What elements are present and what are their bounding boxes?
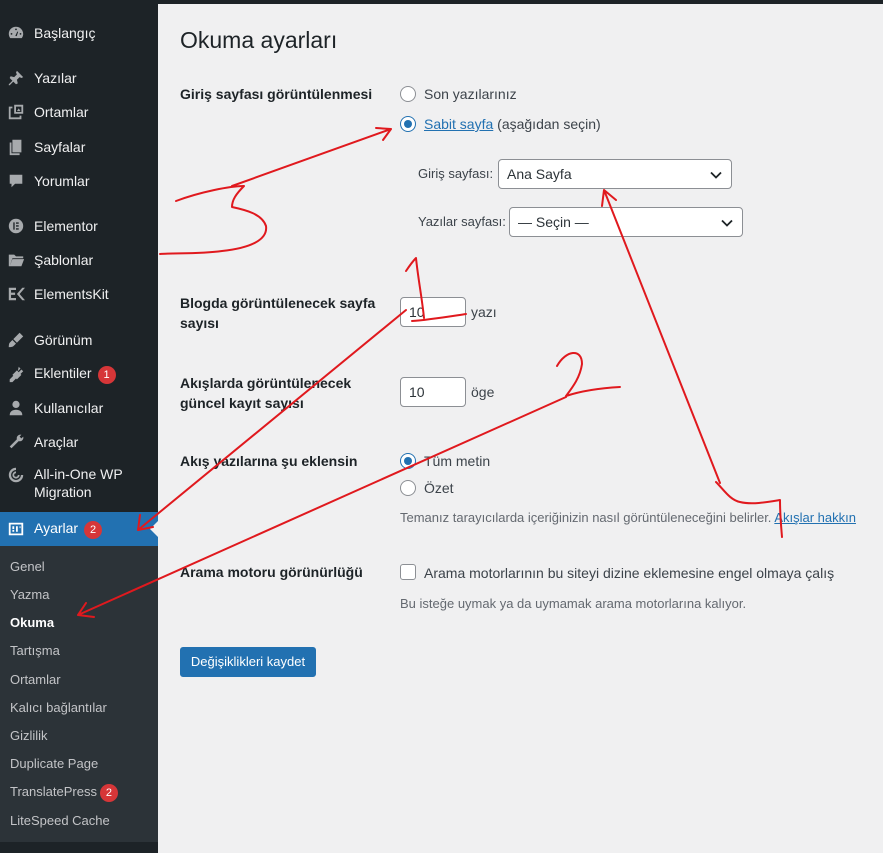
sidebar-item-label: Ayarlar 2: [34, 519, 103, 539]
pin-icon: [6, 68, 26, 88]
folder-icon: [6, 250, 26, 270]
settings-content: Okuma ayarları Giriş sayfası görüntülenm…: [158, 0, 883, 853]
feed-content-label: Akış yazılarına şu eklensin: [180, 453, 358, 469]
front-page-select[interactable]: Ana Sayfa: [498, 159, 732, 189]
page-title: Okuma ayarları: [180, 27, 338, 53]
discourage-search-checkbox[interactable]: [400, 564, 416, 580]
posts-page-select[interactable]: — Seçin —: [509, 207, 743, 237]
sidebar-item-label: Eklentiler 1: [34, 364, 116, 384]
chevron-down-icon: [710, 171, 722, 179]
submenu-item-media[interactable]: Ortamlar: [10, 671, 61, 689]
pages-icon: [6, 137, 26, 157]
static-page-radio[interactable]: [400, 116, 416, 132]
sidebar-item-label: Elementor: [34, 218, 98, 234]
submenu-item-general[interactable]: Genel: [10, 558, 45, 576]
sidebar-item-label: Görünüm: [34, 332, 93, 348]
search-visibility-label: Arama motoru görünürlüğü: [180, 564, 363, 580]
sidebar-item-users[interactable]: Kullanıcılar: [0, 397, 158, 419]
full-text-radio[interactable]: [400, 453, 416, 469]
search-visibility-description: Bu isteğe uymak ya da uymamak arama moto…: [400, 596, 747, 611]
sidebar-item-label: Kullanıcılar: [34, 400, 104, 416]
sidebar-item-label: Ortamlar: [34, 104, 89, 120]
feed-items-unit: öge: [471, 384, 495, 400]
sidebar-item-media[interactable]: Ortamlar: [0, 101, 158, 123]
sidebar-item-appearance[interactable]: Görünüm: [0, 329, 158, 351]
feeds-help-link[interactable]: Akışlar hakkın: [774, 510, 856, 525]
sidebar-item-label: Şablonlar: [34, 252, 94, 268]
posts-per-page-input[interactable]: 10: [400, 297, 466, 327]
excerpt-radio[interactable]: [400, 480, 416, 496]
sidebar-item-posts[interactable]: Yazılar: [0, 67, 158, 89]
tools-icon: [6, 432, 26, 452]
sidebar-item-templates[interactable]: Şablonlar: [0, 249, 158, 271]
sidebar-item-label: Yazılar: [34, 70, 77, 86]
discourage-search-label: Arama motorlarının bu siteyi dizine ekle…: [424, 565, 835, 581]
sidebar-item-settings[interactable]: Ayarlar 2: [0, 512, 158, 546]
static-page-link[interactable]: Sabit sayfa: [424, 116, 493, 132]
translatepress-badge: 2: [99, 783, 118, 802]
admin-topbar: [158, 0, 883, 4]
latest-posts-label: Son yazılarınız: [424, 86, 517, 102]
feed-content-description: Temanız tarayıcılarda içeriğinizin nasıl…: [400, 510, 856, 525]
sidebar-item-elementor[interactable]: Elementor: [0, 215, 158, 237]
settings-badge: 2: [84, 520, 103, 539]
submenu-item-litespeed-cache[interactable]: LiteSpeed Cache: [10, 812, 110, 830]
sidebar-item-label: ElementsKit: [34, 286, 109, 302]
static-page-label: Sabit sayfa (aşağıdan seçin): [424, 116, 601, 132]
admin-sidebar: Başlangıç Yazılar Ortamlar Sayfalar Yoru…: [0, 0, 158, 853]
sidebar-item-label: Araçlar: [34, 434, 79, 450]
posts-per-page-unit: yazı: [471, 304, 497, 320]
plugins-icon: [6, 364, 26, 384]
media-icon: [6, 102, 26, 122]
chevron-down-icon: [721, 219, 733, 227]
appearance-icon: [6, 330, 26, 350]
plugins-update-badge: 1: [97, 365, 116, 384]
sidebar-item-label: Başlangıç: [34, 25, 96, 41]
sidebar-item-dashboard[interactable]: Başlangıç: [0, 22, 158, 44]
sidebar-item-migration[interactable]: All-in-One WP Migration: [0, 465, 158, 505]
settings-icon: [6, 519, 26, 539]
sidebar-item-label: Sayfalar: [34, 139, 86, 155]
submenu-item-translatepress[interactable]: TranslatePress 2: [10, 783, 118, 802]
posts-page-label: Yazılar sayfası:: [418, 214, 506, 229]
sidebar-item-label: All-in-One WP Migration: [34, 466, 123, 500]
feed-items-input[interactable]: 10: [400, 377, 466, 407]
homepage-display-label: Giriş sayfası görüntülenmesi: [180, 86, 373, 102]
dashboard-icon: [6, 23, 26, 43]
submenu-item-discussion[interactable]: Tartışma: [10, 642, 60, 660]
front-page-label: Giriş sayfası:: [418, 166, 494, 181]
sidebar-item-elementskit[interactable]: ElementsKit: [0, 283, 158, 305]
settings-submenu: Genel Yazma Okuma Tartışma Ortamlar Kalı…: [0, 546, 158, 842]
migration-icon: [6, 465, 26, 485]
submenu-item-writing[interactable]: Yazma: [10, 586, 50, 604]
sidebar-topbar: [0, 0, 158, 4]
sidebar-item-comments[interactable]: Yorumlar: [0, 170, 158, 192]
elementskit-icon: [6, 284, 26, 304]
sidebar-item-label: Yorumlar: [34, 173, 90, 189]
submenu-item-duplicate-page[interactable]: Duplicate Page: [10, 755, 98, 773]
feed-items-label: Akışlarda görüntülenecek güncel kayıt sa…: [180, 375, 352, 411]
submenu-item-permalinks[interactable]: Kalıcı bağlantılar: [10, 699, 107, 717]
latest-posts-radio[interactable]: [400, 86, 416, 102]
sidebar-item-pages[interactable]: Sayfalar: [0, 136, 158, 158]
sidebar-item-tools[interactable]: Araçlar: [0, 431, 158, 453]
submenu-item-privacy[interactable]: Gizlilik: [10, 727, 48, 745]
sidebar-item-plugins[interactable]: Eklentiler 1: [0, 363, 158, 385]
users-icon: [6, 398, 26, 418]
submenu-item-reading[interactable]: Okuma: [10, 614, 54, 632]
save-changes-button[interactable]: Değişiklikleri kaydet: [180, 647, 316, 677]
posts-per-page-label: Blogda görüntülenecek sayfa sayısı: [180, 295, 376, 331]
excerpt-label: Özet: [424, 480, 454, 496]
elementor-icon: [6, 216, 26, 236]
comments-icon: [6, 171, 26, 191]
full-text-label: Tüm metin: [424, 453, 491, 469]
